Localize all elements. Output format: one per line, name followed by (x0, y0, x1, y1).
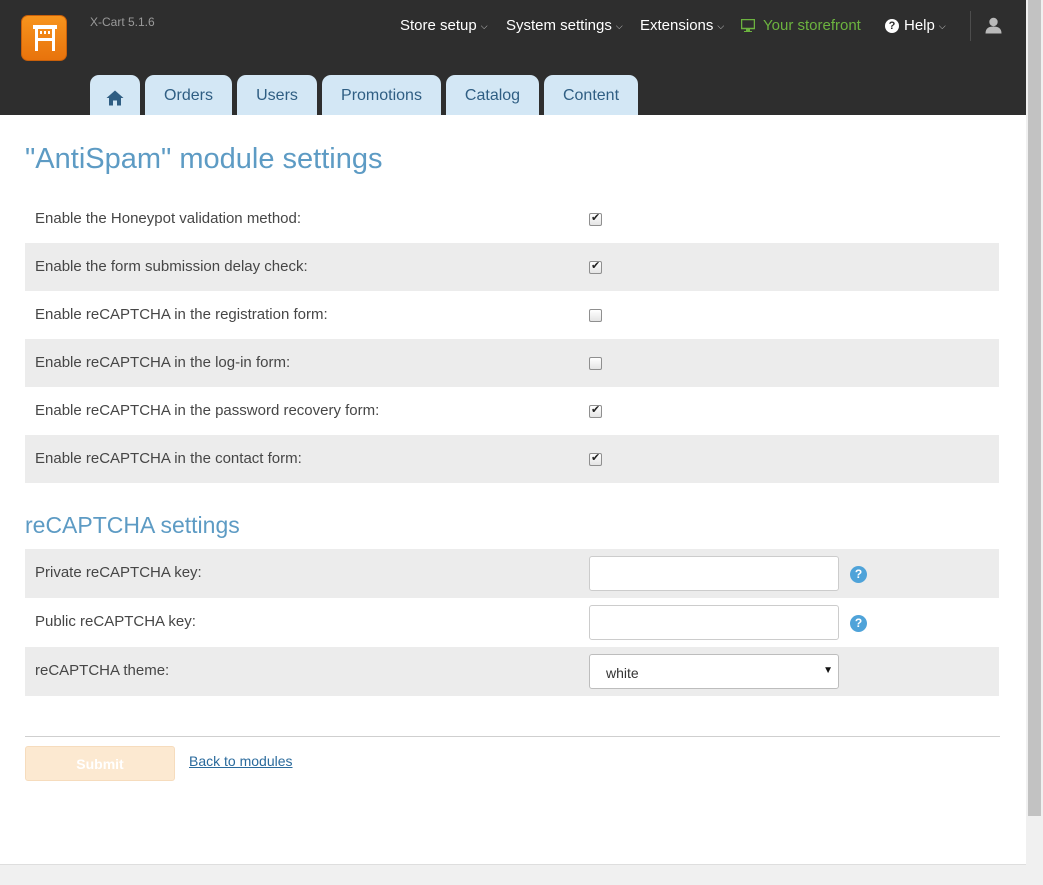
nav-help-label: Help (904, 17, 935, 34)
theme-select-value: white (606, 665, 639, 681)
setting-label: Enable the form submission delay check: (35, 258, 308, 275)
app-version: X-Cart 5.1.6 (90, 15, 155, 29)
xcart-logo[interactable] (21, 15, 67, 61)
delay-check-checkbox[interactable] (589, 259, 602, 274)
setting-row-public-key: Public reCAPTCHA key: ? (25, 598, 999, 647)
setting-row-recaptcha-registration: Enable reCAPTCHA in the registration for… (25, 291, 999, 339)
nav-help[interactable]: ? Help ⌵ (885, 17, 946, 34)
setting-label: Public reCAPTCHA key: (35, 613, 196, 630)
caret-down-icon: ▼ (823, 665, 833, 676)
honeypot-checkbox[interactable] (589, 211, 602, 226)
nav-divider (970, 11, 971, 41)
setting-row-delay-check: Enable the form submission delay check: (25, 243, 999, 291)
chevron-down-icon: ⌵ (938, 21, 946, 31)
tab-home[interactable] (90, 75, 140, 115)
tab-users[interactable]: Users (237, 75, 317, 115)
back-to-modules-link[interactable]: Back to modules (189, 753, 293, 769)
theme-select[interactable]: white ▼ (589, 654, 839, 689)
public-key-input[interactable] (589, 605, 839, 640)
setting-label: Enable reCAPTCHA in the contact form: (35, 450, 302, 467)
nav-store-setup-label: Store setup (400, 17, 477, 34)
setting-label: Enable reCAPTCHA in the log-in form: (35, 354, 291, 371)
setting-row-private-key: Private reCAPTCHA key: ? (25, 549, 999, 598)
nav-system-settings[interactable]: System settings ⌵ (506, 17, 623, 34)
form-divider (25, 736, 1000, 737)
setting-label: Private reCAPTCHA key: (35, 564, 202, 581)
section-title-recaptcha: reCAPTCHA settings (25, 512, 240, 538)
page-title: "AntiSpam" module settings (25, 143, 383, 175)
setting-label: Enable reCAPTCHA in the registration for… (35, 306, 328, 323)
setting-row-theme: reCAPTCHA theme: white ▼ (25, 647, 999, 696)
setting-row-honeypot: Enable the Honeypot validation method: (25, 195, 999, 243)
setting-label: reCAPTCHA theme: (35, 662, 170, 679)
question-circle-icon: ? (885, 18, 899, 33)
setting-label: Enable the Honeypot validation method: (35, 210, 302, 227)
setting-label: Enable reCAPTCHA in the password recover… (35, 402, 380, 419)
home-icon (106, 90, 124, 106)
setting-row-recaptcha-contact: Enable reCAPTCHA in the contact form: (25, 435, 999, 483)
nav-storefront-label: Your storefront (763, 17, 861, 34)
nav-system-settings-label: System settings (506, 17, 612, 34)
recaptcha-login-checkbox[interactable] (589, 357, 602, 370)
nav-your-storefront[interactable]: Your storefront (741, 17, 861, 34)
recaptcha-registration-checkbox[interactable] (589, 309, 602, 322)
chevron-down-icon: ⌵ (717, 21, 725, 31)
nav-store-setup[interactable]: Store setup ⌵ (400, 17, 488, 34)
recaptcha-contact-checkbox[interactable] (589, 451, 602, 466)
chevron-down-icon: ⌵ (480, 21, 488, 31)
tab-content[interactable]: Content (544, 75, 638, 115)
private-key-input[interactable] (589, 556, 839, 591)
user-icon[interactable] (985, 17, 1002, 34)
nav-extensions[interactable]: Extensions ⌵ (640, 17, 724, 34)
submit-button[interactable]: Submit (25, 746, 175, 781)
chevron-down-icon: ⌵ (615, 21, 623, 31)
help-icon[interactable]: ? (850, 566, 867, 583)
monitor-icon (741, 19, 755, 32)
setting-row-recaptcha-login: Enable reCAPTCHA in the log-in form: (25, 339, 999, 387)
top-header: X-Cart 5.1.6 Store setup ⌵ System settin… (0, 0, 1026, 115)
recaptcha-password-recovery-checkbox[interactable] (589, 403, 602, 418)
horizontal-scrollbar[interactable] (0, 864, 1026, 885)
tab-catalog[interactable]: Catalog (446, 75, 539, 115)
setting-row-recaptcha-password-recovery: Enable reCAPTCHA in the password recover… (25, 387, 999, 435)
tab-orders[interactable]: Orders (145, 75, 232, 115)
help-icon[interactable]: ? (850, 615, 867, 632)
tab-promotions[interactable]: Promotions (322, 75, 441, 115)
vertical-scrollbar-thumb[interactable] (1028, 0, 1041, 816)
nav-extensions-label: Extensions (640, 17, 714, 34)
